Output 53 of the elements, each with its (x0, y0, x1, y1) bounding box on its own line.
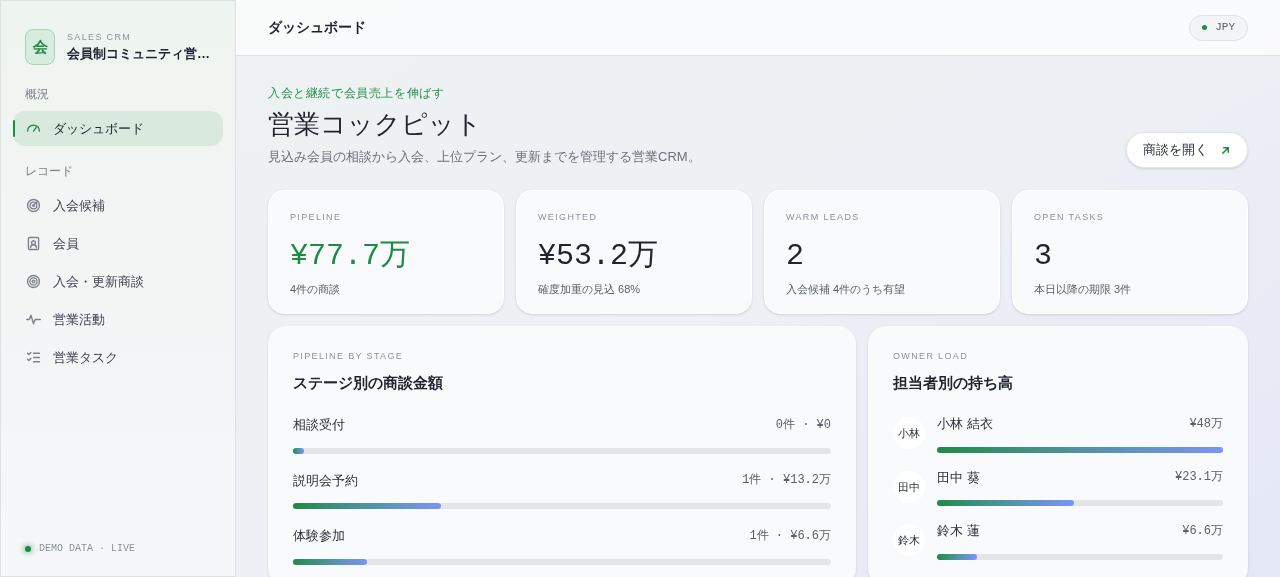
nav-item[interactable]: ダッシュボード (13, 111, 223, 146)
owner-reading: ¥6.6万 (1182, 522, 1223, 540)
nav-item[interactable]: 入会候補 (13, 188, 223, 223)
kpi-value: 2 (786, 240, 804, 271)
panel-title: ステージ別の商談金額 (293, 372, 444, 393)
kpi-label: WARM LEADS (786, 211, 860, 224)
nav-item[interactable]: 入会・更新商談 (13, 264, 223, 299)
panel-title: 担当者別の持ち高 (893, 372, 1014, 393)
nav-item[interactable]: 会員 (13, 226, 223, 261)
currency-badge: JPY (1189, 14, 1248, 41)
owner-name: 鈴木 蓮 (937, 522, 980, 540)
target-icon (25, 273, 42, 290)
kpi-value: ¥53.2万 (538, 240, 658, 271)
section-label: 概況 (24, 86, 50, 103)
hero-title: 営業コックピット (268, 108, 483, 141)
nav-item[interactable]: 営業活動 (13, 302, 223, 337)
owner-reading: ¥48万 (1189, 415, 1223, 433)
stage-reading: 1件 · ¥6.6万 (749, 527, 831, 545)
kpi-note: 本日以降の期限 3件 (1034, 281, 1132, 297)
avatar: 小林 (893, 417, 925, 450)
kpi-value: ¥77.7万 (290, 240, 410, 271)
nav-item[interactable]: 営業タスク (13, 340, 223, 375)
owner-reading: ¥23.1万 (1175, 469, 1223, 487)
brand-eyebrow: SALES CRM (67, 30, 133, 44)
owner-name: 田中 葵 (937, 468, 980, 487)
stage-reading: 0件 · ¥0 (775, 416, 831, 434)
panel-eyebrow: OWNER LOAD (893, 350, 969, 363)
section-label: レコード (24, 163, 74, 180)
stage-name: 説明会予約 (293, 471, 358, 490)
arrow-icon (1220, 144, 1231, 156)
kpi-label: WEIGHTED (538, 211, 598, 224)
brand-title: 会員制コミュニティ営… (67, 45, 210, 63)
footer-status: DEMO DATA · LIVE (39, 542, 135, 556)
contact-card-icon (25, 235, 42, 252)
kpi-note: 確度加重の見込 68% (538, 281, 641, 297)
owner-name: 小林 結衣 (937, 415, 993, 433)
stage-name: 相談受付 (293, 416, 345, 434)
stage-name: 体験参加 (293, 527, 345, 545)
open-deals-button[interactable]: 商談を開く (1126, 132, 1248, 168)
page-title: ダッシュボード (268, 18, 366, 37)
radar-icon (25, 197, 42, 214)
stage-reading: 1件 · ¥13.2万 (742, 472, 831, 490)
avatar: 田中 (893, 470, 925, 503)
avatar: 鈴木 (893, 524, 925, 557)
brand-logo: 会 (25, 29, 55, 65)
hero-eyebrow: 入会と継続で会員売上を伸ばす (268, 85, 446, 102)
panel-eyebrow: PIPELINE BY STAGE (293, 350, 405, 363)
kpi-label: PIPELINE (290, 211, 342, 224)
kpi-note: 入会候補 4件のうち有望 (786, 281, 906, 297)
kpi-note: 4件の商談 (290, 281, 341, 297)
kpi-label: OPEN TASKS (1034, 211, 1105, 224)
hero-subtitle: 見込み会員の相談から入会、上位プラン、更新までを管理する営業CRM。 (268, 147, 701, 166)
kpi-value: 3 (1034, 240, 1052, 271)
